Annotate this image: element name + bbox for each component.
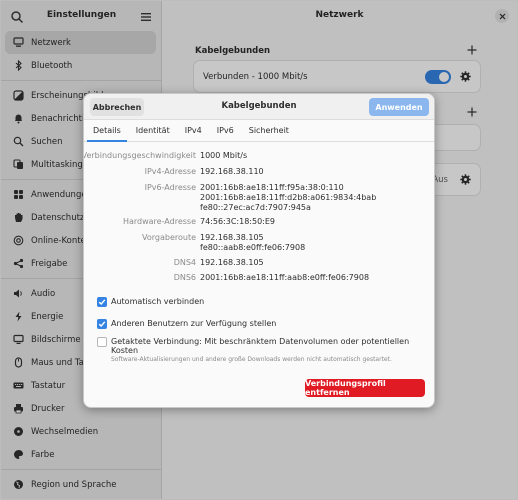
metered-text: Getaktete Verbindung: Mit beschränktem D… [111, 337, 434, 363]
checkmark-icon [98, 299, 106, 306]
detail-value: 1000 Mbit/s [200, 151, 247, 161]
detail-value-line: 192.168.38.105 [200, 233, 264, 242]
remove-profile-button[interactable]: Verbindungsprofil entfernen [305, 379, 425, 397]
detail-value-line: 74:56:3C:18:50:E9 [200, 217, 276, 226]
detail-value-line: 192.168.38.110 [200, 167, 264, 176]
detail-value-line: 2001:16b8:ae18:11ff:d2b8:a061:9834:4bab [200, 193, 377, 202]
share-users-checkbox[interactable]: Anderen Benutzern zur Verfügung stellen [97, 319, 276, 329]
tab-identitaet[interactable]: Identität [130, 120, 176, 141]
detail-value: 192.168.38.105 [200, 258, 264, 268]
detail-value: 192.168.38.110 [200, 167, 264, 177]
checkbox-label: Automatisch verbinden [111, 297, 205, 306]
detail-value-line: 192.168.38.105 [200, 258, 264, 267]
settings-window: Einstellungen Netzwerk Bluetooth Erschei… [0, 0, 518, 500]
checkbox-checked[interactable] [97, 319, 107, 329]
detail-value-line: 1000 Mbit/s [200, 151, 248, 160]
checkmark-icon [98, 321, 106, 328]
checkbox-checked[interactable] [97, 297, 107, 307]
checkbox-label: Anderen Benutzern zur Verfügung stellen [111, 319, 277, 328]
checkbox-sublabel: Software-Aktualisierungen und andere gro… [111, 356, 392, 363]
checkbox-label: Getaktete Verbindung: Mit beschränktem D… [111, 337, 410, 355]
dialog-header: Abbrechen Kabelgebunden Anwenden [84, 94, 434, 120]
detail-value-line: fe80::27ec:ac7d:7907:945a [200, 203, 311, 212]
tab-sicherheit[interactable]: Sicherheit [243, 120, 295, 141]
tab-details[interactable]: Details [87, 120, 127, 142]
dialog-tabs: Details Identität IPv4 IPv6 Sicherheit [84, 120, 434, 142]
tab-ipv4[interactable]: IPv4 [179, 120, 208, 141]
detail-label: DNS4 [173, 258, 196, 267]
tab-ipv6[interactable]: IPv6 [211, 120, 240, 141]
metered-checkbox[interactable]: Getaktete Verbindung: Mit beschränktem D… [97, 337, 434, 363]
detail-value-line: 2001:16b8:ae18:11ff:aab8:e0ff:fe06:7908 [200, 273, 370, 282]
detail-label: IPv4-Adresse [144, 167, 196, 176]
detail-label: IPv6-Adresse [144, 183, 196, 192]
detail-value: 2001:16b8:ae18:11ff:aab8:e0ff:fe06:7908 [200, 273, 369, 283]
detail-value-line: fe80::aab8:e0ff:fe06:7908 [200, 243, 306, 252]
detail-label: Vorgaberoute [141, 233, 196, 242]
detail-value: 74:56:3C:18:50:E9 [200, 217, 275, 227]
apply-button[interactable]: Anwenden [369, 98, 429, 116]
detail-label: Verbindungsgeschwindigkeit [83, 151, 196, 160]
detail-label: DNS6 [173, 273, 196, 282]
detail-value-line: 2001:16b8:ae18:11ff:f95a:38:0:110 [200, 183, 344, 192]
connection-dialog: Abbrechen Kabelgebunden Anwenden Details… [83, 93, 435, 408]
detail-label: Hardware-Adresse [122, 217, 196, 226]
detail-value: 192.168.38.105 fe80::aab8:e0ff:fe06:7908 [200, 233, 305, 253]
auto-connect-checkbox[interactable]: Automatisch verbinden [97, 297, 204, 307]
detail-value: 2001:16b8:ae18:11ff:f95a:38:0:110 2001:1… [200, 183, 376, 213]
checkbox-unchecked[interactable] [97, 337, 107, 347]
